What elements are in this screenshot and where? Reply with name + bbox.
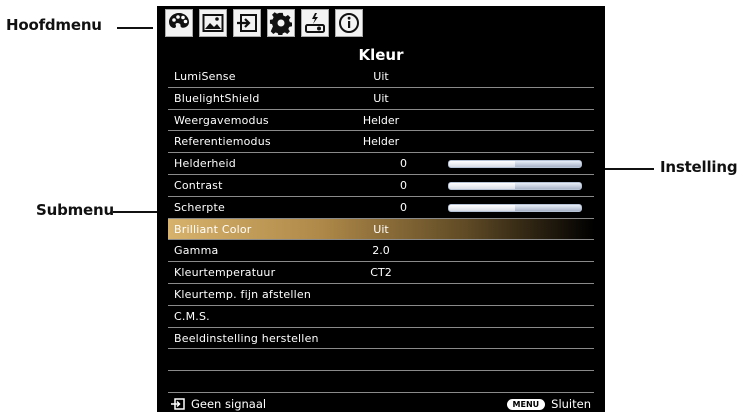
row-label: Helderheid bbox=[174, 157, 236, 171]
instelling-callout: Instelling bbox=[660, 158, 738, 176]
row-value: 2.0 bbox=[372, 244, 390, 258]
contrast-slider[interactable] bbox=[448, 181, 582, 190]
row-value: Uit bbox=[373, 91, 389, 105]
row-label: Kleurtemp. fijn afstellen bbox=[174, 287, 312, 301]
menu-row-helderheid[interactable]: Helderheid 0 bbox=[168, 153, 594, 175]
row-label: Contrast bbox=[174, 178, 223, 192]
submenu-pointer-line bbox=[113, 211, 159, 213]
source-status: Geen signaal bbox=[171, 397, 266, 411]
row-value: Uit bbox=[373, 222, 389, 236]
source-status-text: Geen signaal bbox=[191, 397, 267, 411]
menu-row-scherpte[interactable]: Scherpte 0 bbox=[168, 197, 594, 219]
tab-info[interactable] bbox=[335, 9, 363, 37]
image-icon bbox=[202, 14, 224, 32]
tab-input[interactable] bbox=[233, 9, 261, 37]
helderheid-slider[interactable] bbox=[448, 160, 582, 169]
menu-row-beeldinstelling-herstellen[interactable]: Beeldinstelling herstellen bbox=[168, 328, 594, 350]
gear-icon bbox=[269, 12, 293, 35]
row-label: Beeldinstelling herstellen bbox=[174, 331, 319, 345]
palette-icon bbox=[169, 13, 189, 28]
menu-row-kleurtemp-fijn[interactable]: Kleurtemp. fijn afstellen bbox=[168, 284, 594, 306]
close-hint[interactable]: MENU Sluiten bbox=[506, 397, 591, 411]
hoofdmenu-pointer-line bbox=[117, 27, 153, 29]
slider-fill bbox=[449, 204, 515, 211]
row-label: C.M.S. bbox=[174, 309, 210, 323]
menu-row-cms[interactable]: C.M.S. bbox=[168, 306, 594, 328]
menu-row-lumisense[interactable]: LumiSense Uit bbox=[168, 66, 594, 88]
row-number: 0 bbox=[400, 200, 407, 214]
tab-settings[interactable] bbox=[267, 9, 295, 37]
submenu-list: LumiSense Uit BluelightShield Uit Weerga… bbox=[168, 66, 594, 393]
close-label: Sluiten bbox=[551, 397, 591, 411]
main-menu-tabs bbox=[165, 9, 363, 37]
scherpte-slider[interactable] bbox=[448, 203, 582, 212]
menu-row-referentiemodus[interactable]: Referentiemodus Helder bbox=[168, 131, 594, 154]
input-icon bbox=[237, 14, 257, 32]
projector-power-icon bbox=[305, 13, 325, 33]
instelling-pointer-line bbox=[602, 168, 654, 170]
menu-row-weergavemodus[interactable]: Weergavemodus Helder bbox=[168, 110, 594, 132]
tab-power[interactable] bbox=[301, 9, 329, 37]
menu-row-bluelightshield[interactable]: BluelightShield Uit bbox=[168, 88, 594, 110]
tab-color[interactable] bbox=[165, 9, 193, 37]
submenu-callout: Submenu bbox=[36, 201, 114, 219]
page-title: Kleur bbox=[358, 46, 404, 64]
row-label: Scherpte bbox=[174, 200, 225, 214]
row-value: CT2 bbox=[370, 266, 392, 280]
osd-menu: Kleur LumiSense Uit BluelightShield Uit … bbox=[157, 6, 605, 412]
info-icon bbox=[339, 13, 359, 33]
row-value: Uit bbox=[373, 70, 389, 83]
slider-fill bbox=[449, 182, 515, 189]
menu-row-empty bbox=[168, 349, 594, 372]
menu-row-gamma[interactable]: Gamma 2.0 bbox=[168, 240, 594, 263]
osd-footer: Geen signaal MENU Sluiten bbox=[157, 396, 605, 412]
menu-row-brilliant-color[interactable]: Brilliant Color Uit bbox=[168, 218, 594, 241]
menu-row-empty bbox=[168, 371, 594, 393]
menu-row-contrast[interactable]: Contrast 0 bbox=[168, 175, 594, 197]
tab-image[interactable] bbox=[199, 9, 227, 37]
input-source-icon bbox=[171, 398, 185, 410]
row-value: Helder bbox=[362, 113, 400, 127]
row-value: Helder bbox=[362, 135, 400, 149]
row-number: 0 bbox=[400, 178, 407, 192]
menu-key-badge: MENU bbox=[506, 398, 546, 410]
row-number: 0 bbox=[400, 157, 407, 171]
slider-fill bbox=[449, 161, 515, 168]
menu-row-kleurtemperatuur[interactable]: Kleurtemperatuur CT2 bbox=[168, 262, 594, 284]
hoofdmenu-callout: Hoofdmenu bbox=[6, 16, 102, 34]
